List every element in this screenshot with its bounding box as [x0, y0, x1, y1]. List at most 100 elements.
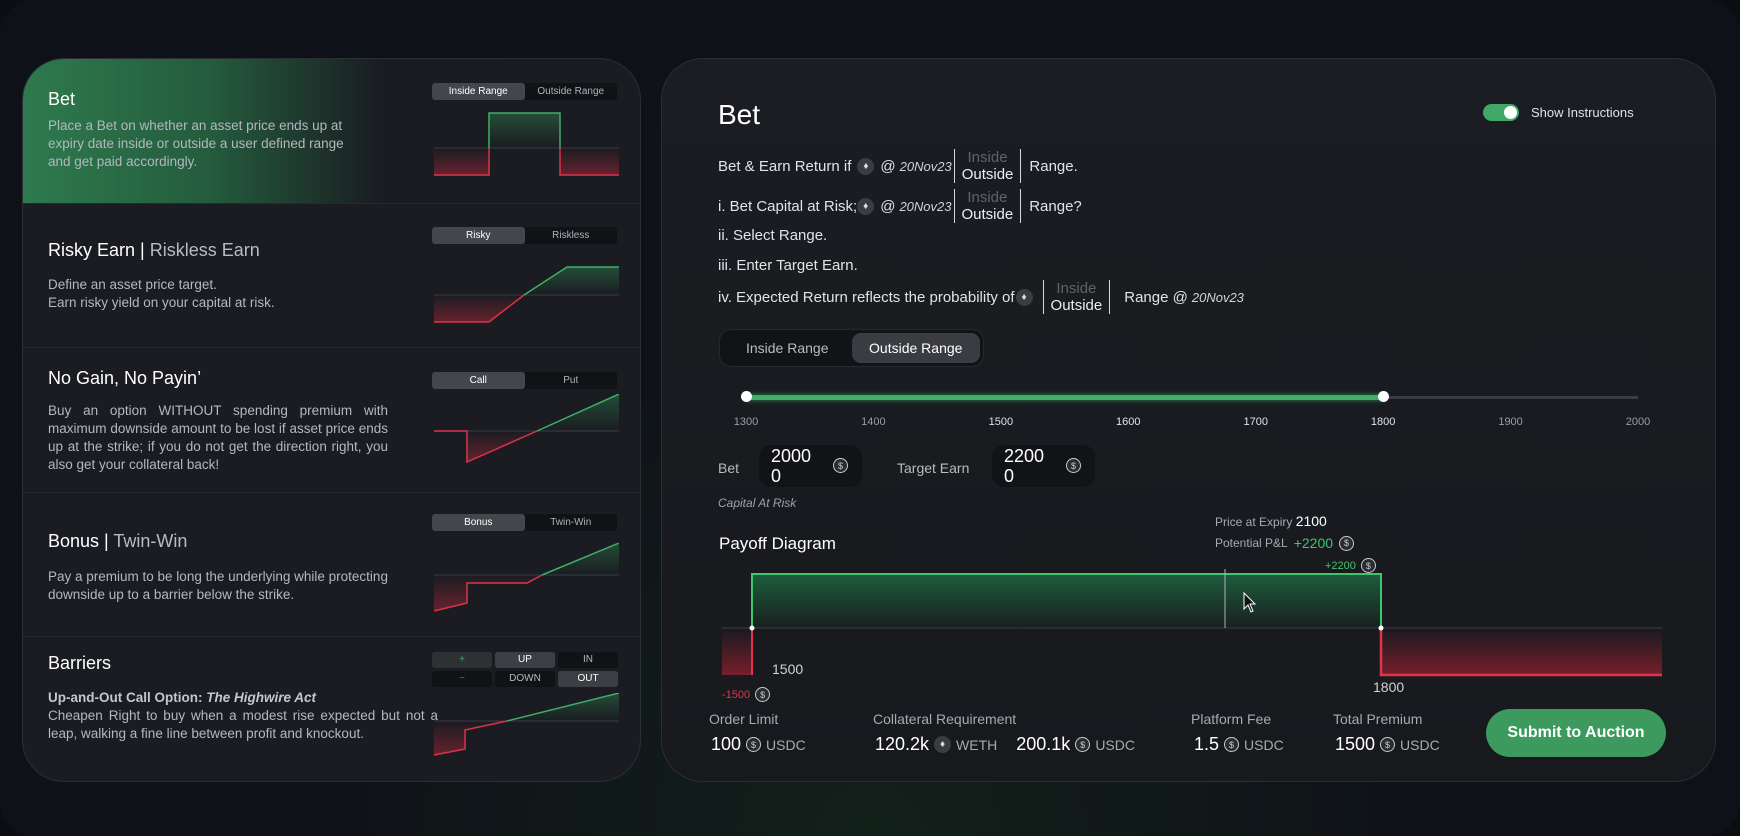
strike-point	[1378, 625, 1384, 631]
product-card-bet[interactable]: Bet Place a Bet on whether an asset pric…	[23, 59, 640, 204]
instruction-text: Range @	[1124, 288, 1188, 306]
mini-tab-inside-range[interactable]: Inside Range	[432, 83, 525, 100]
show-instructions-toggle[interactable]	[1483, 104, 1519, 121]
upper-strike-label: 1800	[1373, 679, 1405, 695]
price-at-expiry-value: 2100	[1295, 513, 1327, 529]
no-gain-mini-chart	[434, 394, 619, 464]
usdc-icon: $	[1339, 535, 1355, 551]
mini-tab-put[interactable]: Put	[525, 372, 618, 389]
range-slider-low-handle[interactable]	[741, 391, 752, 402]
barrier-minus-button[interactable]: −	[432, 671, 492, 687]
page-title: Bet	[718, 99, 761, 130]
bet-amount-input[interactable]: 20000 $	[759, 445, 862, 487]
unit-label: USDC	[1095, 736, 1135, 753]
bonus-mini-chart	[434, 543, 619, 612]
tab-outside-range[interactable]: Outside Range	[851, 333, 980, 363]
slider-tick-label: 1900	[1498, 416, 1523, 428]
eth-icon: ♦	[857, 157, 875, 175]
barrier-in-button[interactable]: IN	[558, 652, 618, 668]
bet-mini-tabs: Inside Range Outside Range	[432, 83, 617, 100]
barrier-down-button[interactable]: DOWN	[495, 671, 555, 687]
total-premium-value: 1500 $ USDC	[1335, 734, 1440, 755]
usdc-icon: $	[746, 737, 762, 752]
product-title: Bet	[48, 89, 76, 109]
gain-area	[752, 574, 1381, 628]
eth-icon: ♦	[857, 197, 875, 215]
platform-fee-amount: 1.5	[1194, 734, 1220, 754]
barrier-up-button[interactable]: UP	[495, 652, 555, 668]
expiry-date: 20Nov23	[1191, 289, 1244, 305]
target-earn-input[interactable]: 22000 $	[992, 445, 1095, 487]
product-card-bonus[interactable]: Bonus | Twin-Win Pay a premium to be lon…	[23, 493, 640, 637]
bet-amount-value: 20000	[771, 446, 812, 486]
bet-payoff-mini-chart	[434, 112, 619, 176]
potential-pnl: Potential P&L +2200 $	[1215, 535, 1355, 551]
product-title: Barriers	[48, 653, 112, 673]
at-sign: @	[880, 197, 896, 215]
loss-area-left	[722, 628, 752, 675]
usdc-icon: $	[755, 687, 771, 702]
instruction-line: ii. Select Range.	[718, 227, 828, 244]
barrier-options-grid: + UP IN − DOWN OUT	[432, 652, 618, 687]
instruction-text: Bet & Earn Return if	[718, 157, 852, 175]
barrier-plus-button[interactable]: +	[432, 652, 492, 668]
mini-tab-risky[interactable]: Risky	[432, 227, 525, 244]
instruction-text: iv. Expected Return reflects the probabi…	[718, 288, 1015, 306]
range-outside: Outside	[961, 206, 1014, 223]
range-indicator: Inside Outside	[953, 149, 1022, 183]
slider-tick-label: 1300	[733, 416, 759, 428]
range-inside: Inside	[1056, 280, 1097, 297]
order-limit-amount: 100	[711, 734, 742, 754]
loss-area-right	[1381, 628, 1662, 675]
range-indicator: Inside Outside	[1042, 280, 1111, 314]
usdc-icon: $	[1075, 737, 1091, 752]
collateral-value: 120.2k ♦ WETH 200.1k $ USDC	[875, 734, 1135, 755]
mini-tab-riskless[interactable]: Riskless	[525, 227, 618, 244]
instruction-line: iv. Expected Return reflects the probabi…	[718, 280, 1244, 314]
total-premium-label: Total Premium	[1333, 711, 1423, 727]
instruction-text: Range?	[1029, 197, 1082, 215]
product-list-panel: Bet Place a Bet on whether an asset pric…	[22, 58, 641, 782]
product-title-alt: Twin-Win	[108, 531, 188, 551]
potential-pnl-value: +2200	[1293, 535, 1334, 551]
product-description-line: Earn risky yield on your capital at risk…	[48, 295, 275, 310]
range-slider-fill	[746, 395, 1384, 400]
tab-inside-range[interactable]: Inside Range	[723, 333, 852, 363]
range-mode-tabs: Inside Range Outside Range	[719, 329, 984, 367]
risky-earn-mini-chart	[434, 266, 619, 323]
usdc-icon: $	[1380, 737, 1396, 752]
bet-label: Bet	[718, 460, 740, 476]
unit-label: WETH	[956, 736, 998, 753]
submit-to-auction-button[interactable]: Submit to Auction	[1486, 709, 1666, 757]
instruction-text: Range.	[1029, 157, 1078, 175]
usdc-icon: $	[1360, 558, 1376, 573]
max-loss-label: -1500 $	[722, 687, 771, 702]
capital-at-risk-label: Capital At Risk	[718, 496, 797, 510]
total-premium-amount: 1500	[1335, 734, 1376, 754]
usdc-icon: $	[1066, 458, 1081, 473]
collateral-usdc-amount: 200.1k	[1016, 734, 1071, 754]
mini-tab-call[interactable]: Call	[432, 372, 525, 389]
range-inside: Inside	[967, 189, 1008, 206]
platform-fee-value: 1.5 $ USDC	[1194, 734, 1284, 755]
product-title: Bonus |	[48, 531, 109, 551]
eth-icon: ♦	[934, 736, 952, 753]
product-card-risky-earn[interactable]: Risky Earn | Riskless Earn Define an ass…	[23, 204, 640, 348]
product-subtitle-italic: The Highwire Act	[206, 690, 317, 705]
product-card-no-gain-no-payin[interactable]: No Gain, No Payin’ Buy an option WITHOUT…	[23, 348, 640, 493]
range-slider[interactable]	[741, 391, 1638, 402]
barrier-out-button[interactable]: OUT	[558, 671, 618, 687]
unit-label: USDC	[1244, 736, 1284, 753]
range-slider-high-handle[interactable]	[1378, 391, 1390, 402]
lower-strike-label: 1500	[772, 661, 804, 677]
order-limit-label: Order Limit	[709, 711, 779, 727]
mini-tab-twin-win[interactable]: Twin-Win	[525, 514, 618, 531]
product-title: Risky Earn |	[48, 240, 145, 260]
instruction-line: i. Bet Capital at Risk; ♦ @20Nov23 Insid…	[718, 189, 1082, 223]
mini-tab-outside-range[interactable]: Outside Range	[525, 83, 618, 100]
collateral-label: Collateral Requirement	[873, 711, 1017, 727]
mini-tab-bonus[interactable]: Bonus	[432, 514, 525, 531]
payoff-diagram-chart[interactable]	[712, 559, 1672, 689]
product-title-alt: Riskless Earn	[144, 240, 260, 260]
product-card-barriers[interactable]: Barriers Up-and-Out Call Option: The Hig…	[23, 637, 640, 781]
